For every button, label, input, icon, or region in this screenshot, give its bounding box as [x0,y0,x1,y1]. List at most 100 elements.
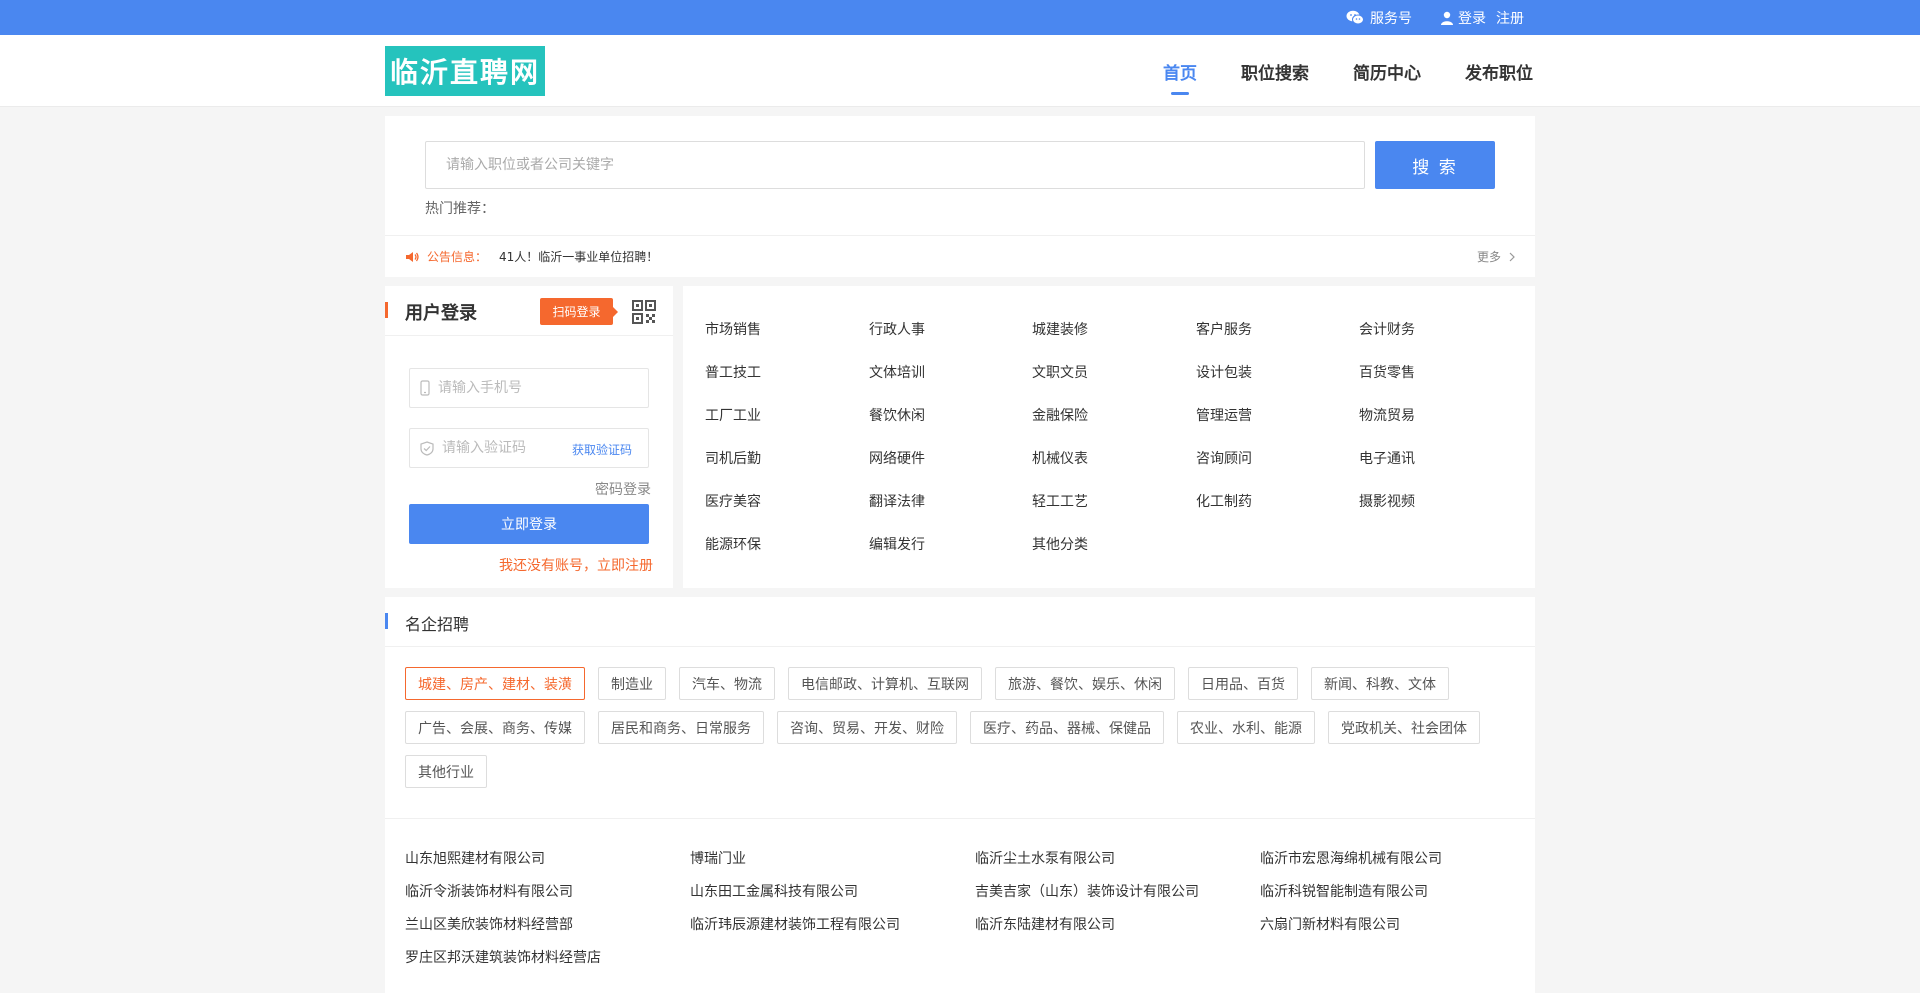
company-link[interactable]: 临沂东陆建材有限公司 [975,914,1260,934]
category-item[interactable]: 市场销售 [705,319,761,339]
qr-login-tag[interactable]: 扫码登录 [540,298,618,325]
category-item[interactable]: 医疗美容 [705,491,761,511]
code-input[interactable] [442,440,572,456]
company-link[interactable]: 山东旭熙建材有限公司 [405,848,690,868]
login-link[interactable]: 登录 [1458,8,1486,28]
get-code-button[interactable]: 获取验证码 [572,441,632,458]
category-item[interactable]: 管理运营 [1196,405,1252,425]
industry-tag[interactable]: 农业、水利、能源 [1177,711,1315,744]
famous-header: 名企招聘 [385,597,1535,647]
industry-tag[interactable]: 新闻、科教、文体 [1311,667,1449,700]
industry-tag[interactable]: 党政机关、社会团体 [1328,711,1480,744]
nav-resume-center[interactable]: 简历中心 [1353,35,1421,107]
famous-companies-section: 名企招聘 城建、房产、建材、装潢 制造业 汽车、物流 电信邮政、计算机、互联网 … [385,597,1535,993]
service-account-link[interactable]: 服务号 [1346,8,1412,28]
section-divider [385,818,1535,819]
category-item[interactable]: 化工制药 [1196,491,1252,511]
company-link[interactable]: 兰山区美欣装饰材料经营部 [405,914,690,934]
speaker-icon [406,251,419,262]
category-item[interactable]: 餐饮休闲 [869,405,925,425]
user-icon [1441,11,1453,25]
category-item[interactable]: 文职文员 [1032,362,1088,382]
industry-tag-active[interactable]: 城建、房产、建材、装潢 [405,667,585,700]
company-link[interactable]: 临沂玮辰源建材装饰工程有限公司 [690,914,975,934]
nav-home[interactable]: 首页 [1163,35,1197,107]
wechat-icon [1346,10,1364,25]
industry-tag[interactable]: 制造业 [598,667,666,700]
company-link[interactable]: 临沂科锐智能制造有限公司 [1260,881,1545,901]
company-link[interactable]: 山东田工金属科技有限公司 [690,881,975,901]
category-item[interactable]: 行政人事 [869,319,925,339]
company-list: 山东旭熙建材有限公司 博瑞门业 临沂尘土水泵有限公司 临沂市宏恩海绵机械有限公司… [405,848,1515,967]
category-item[interactable]: 能源环保 [705,534,761,554]
company-link[interactable]: 临沂市宏恩海绵机械有限公司 [1260,848,1545,868]
shield-check-icon [420,440,434,456]
category-item[interactable]: 网络硬件 [869,448,925,468]
company-link[interactable]: 吉美吉家（山东）装饰设计有限公司 [975,881,1260,901]
title-accent-bar [385,302,388,318]
industry-tags: 城建、房产、建材、装潢 制造业 汽车、物流 电信邮政、计算机、互联网 旅游、餐饮… [405,667,1515,788]
industry-tag[interactable]: 广告、会展、商务、传媒 [405,711,585,744]
register-now-link[interactable]: 我还没有账号，立即注册 [499,555,653,575]
category-item[interactable]: 机械仪表 [1032,448,1088,468]
register-link[interactable]: 注册 [1496,8,1524,28]
phone-icon [420,380,430,396]
category-item[interactable]: 百货零售 [1359,362,1415,382]
category-item[interactable]: 摄影视频 [1359,491,1415,511]
service-account-label: 服务号 [1370,10,1412,27]
industry-tag[interactable]: 居民和商务、日常服务 [598,711,764,744]
search-panel: 搜 索 热门推荐： 公告信息： 41人！临沂一事业单位招聘！ 更多 [385,116,1535,277]
nav-post-job[interactable]: 发布职位 [1465,35,1533,107]
industry-tag[interactable]: 电信邮政、计算机、互联网 [788,667,982,700]
site-logo[interactable]: 临沂直聘网 [385,46,545,96]
category-item[interactable]: 司机后勤 [705,448,761,468]
category-item[interactable]: 翻译法律 [869,491,925,511]
search-button[interactable]: 搜 索 [1375,141,1495,189]
industry-tag[interactable]: 日用品、百货 [1188,667,1298,700]
login-title: 用户登录 [405,303,477,324]
category-item[interactable]: 金融保险 [1032,405,1088,425]
notice-text[interactable]: 41人！临沂一事业单位招聘！ [499,248,658,265]
main-nav: 首页 职位搜索 简历中心 发布职位 [1163,35,1533,107]
company-link[interactable]: 六扇门新材料有限公司 [1260,914,1545,934]
category-item[interactable]: 城建装修 [1032,319,1088,339]
category-item[interactable]: 咨询顾问 [1196,448,1252,468]
company-link[interactable]: 博瑞门业 [690,848,975,868]
company-link[interactable]: 临沂尘土水泵有限公司 [975,848,1260,868]
company-link[interactable]: 罗庄区邦沃建筑装饰材料经营店 [405,947,690,967]
category-item[interactable]: 文体培训 [869,362,925,382]
industry-tag[interactable]: 医疗、药品、器械、保健品 [970,711,1164,744]
code-field: 获取验证码 [409,428,649,468]
category-item[interactable]: 工厂工业 [705,405,761,425]
company-link[interactable]: 临沂令浙装饰材料有限公司 [405,881,690,901]
password-login-link[interactable]: 密码登录 [595,479,651,499]
top-bar: 服务号 登录 注册 [0,0,1920,35]
category-item[interactable]: 其他分类 [1032,534,1088,554]
notice-bar: 公告信息： 41人！临沂一事业单位招聘！ 更多 [385,235,1535,277]
category-item[interactable]: 普工技工 [705,362,761,382]
industry-tag[interactable]: 其他行业 [405,755,487,788]
category-item[interactable]: 设计包装 [1196,362,1252,382]
industry-tag[interactable]: 旅游、餐饮、娱乐、休闲 [995,667,1175,700]
notice-label: 公告信息： [427,250,488,264]
hot-recommend-label: 热门推荐： [425,201,495,217]
qr-code-icon[interactable] [632,300,656,324]
site-header: 临沂直聘网 首页 职位搜索 简历中心 发布职位 [0,35,1920,107]
industry-tag[interactable]: 咨询、贸易、开发、财险 [777,711,957,744]
job-categories: 市场销售 行政人事 城建装修 客户服务 会计财务 普工技工 文体培训 文职文员 … [683,286,1535,588]
login-submit-button[interactable]: 立即登录 [409,504,649,544]
phone-input[interactable] [438,380,568,396]
search-input[interactable] [425,141,1365,189]
nav-job-search[interactable]: 职位搜索 [1241,35,1309,107]
category-item[interactable]: 电子通讯 [1359,448,1415,468]
category-item[interactable]: 物流贸易 [1359,405,1415,425]
notice-more-label: 更多 [1476,250,1501,264]
category-item[interactable]: 编辑发行 [869,534,925,554]
category-item[interactable]: 会计财务 [1359,319,1415,339]
notice-more-link[interactable]: 更多 [1477,248,1515,265]
category-item[interactable]: 客户服务 [1196,319,1252,339]
login-card-header: 用户登录 扫码登录 [385,286,673,336]
industry-tag[interactable]: 汽车、物流 [679,667,775,700]
category-item[interactable]: 轻工工艺 [1032,491,1088,511]
login-card: 用户登录 扫码登录 获取验证码 密码登录 立即登录 [385,286,673,588]
